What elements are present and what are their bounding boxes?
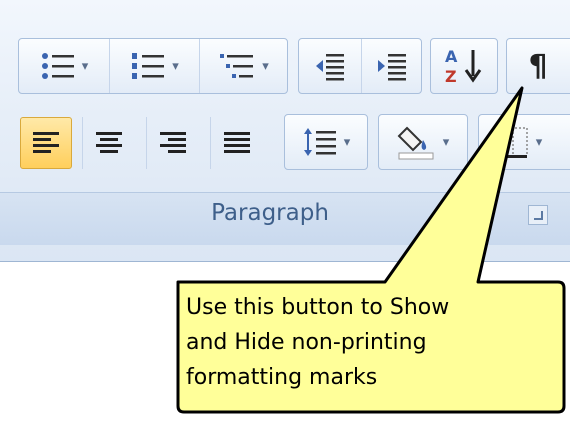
callout-text: Use this button to Show and Hide non-pri…: [186, 295, 450, 390]
